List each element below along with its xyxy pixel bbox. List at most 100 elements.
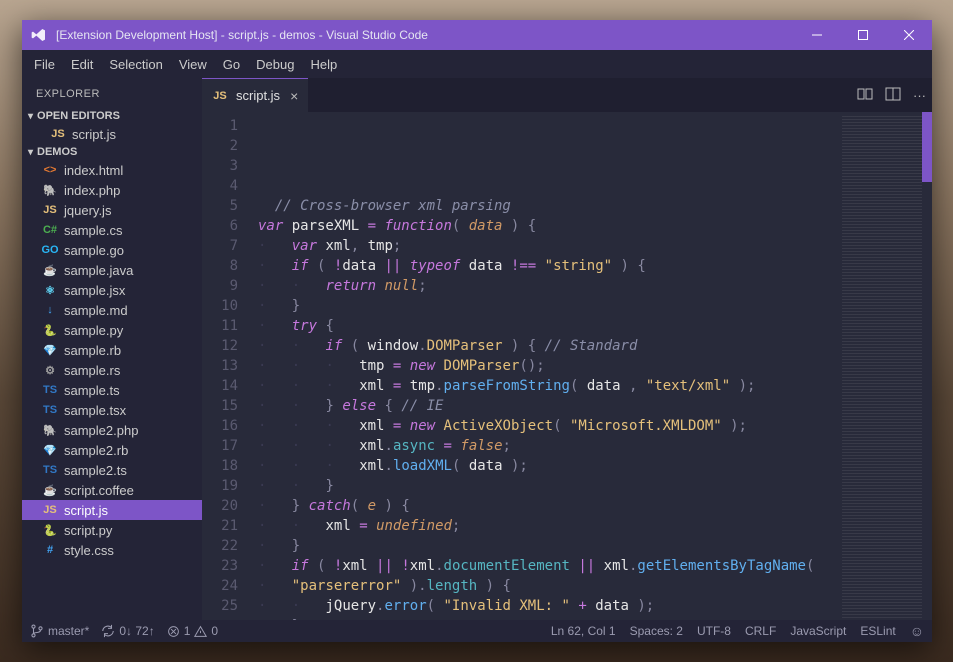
coffee-icon: ☕ [42, 482, 58, 498]
py-icon: 🐍 [42, 322, 58, 338]
sync-status[interactable]: 0↓ 72↑ [101, 624, 154, 638]
window-controls [794, 20, 932, 50]
menu-help[interactable]: Help [302, 50, 345, 78]
language-mode[interactable]: JavaScript [790, 624, 846, 638]
ts-icon: TS [42, 402, 58, 418]
titlebar[interactable]: [Extension Development Host] - script.js… [22, 20, 932, 50]
menu-debug[interactable]: Debug [248, 50, 302, 78]
file-label: sample.go [64, 243, 124, 258]
file-label: sample.java [64, 263, 133, 278]
php-icon: 🐘 [42, 182, 58, 198]
file-label: sample2.ts [64, 463, 127, 478]
file-item[interactable]: TSsample.tsx [22, 400, 202, 420]
file-item[interactable]: 🐘 index.php [22, 180, 202, 200]
close-button[interactable] [886, 20, 932, 50]
code-editor[interactable]: 1234567891011121314151617181920212223242… [202, 112, 932, 620]
file-item[interactable]: 🐍script.py [22, 520, 202, 540]
close-icon[interactable]: × [290, 88, 298, 104]
file-list: <>index.html 🐘 index.php JSjquery.js C# sampl… [22, 160, 202, 620]
md-icon: ↓ [42, 302, 58, 318]
file-item[interactable]: TS sample2.ts [22, 460, 202, 480]
java-icon: ☕ [42, 262, 58, 278]
tab-label: script.js [236, 88, 280, 103]
menu-go[interactable]: Go [215, 50, 248, 78]
file-item[interactable]: ☕ script.coffee [22, 480, 202, 500]
file-label: sample.ts [64, 383, 120, 398]
window-title: [Extension Development Host] - script.js… [56, 28, 794, 42]
folder-header[interactable]: ▾ DEMOS [22, 144, 202, 160]
open-editors-list: JS script.js [22, 124, 202, 144]
file-label: script.py [64, 523, 112, 538]
eol[interactable]: CRLF [745, 624, 776, 638]
go-icon: GO [42, 242, 58, 258]
file-label: script.coffee [64, 483, 134, 498]
file-item[interactable]: <>index.html [22, 160, 202, 180]
cs-icon: C# [42, 222, 58, 238]
file-item[interactable]: GO sample.go [22, 240, 202, 260]
ts-icon: TS [42, 462, 58, 478]
editor-area: JS script.js × ··· 123456789101112131415… [202, 78, 932, 620]
sidebar-title: EXPLORER [22, 78, 202, 108]
file-item[interactable]: 💎sample2.rb [22, 440, 202, 460]
maximize-button[interactable] [840, 20, 886, 50]
file-item[interactable]: JS script.js [22, 124, 202, 144]
problems[interactable]: 1 0 [167, 624, 218, 638]
linter[interactable]: ESLint [860, 624, 895, 638]
cursor-position[interactable]: Ln 62, Col 1 [551, 624, 616, 638]
rs-icon: ⚙ [42, 362, 58, 378]
minimize-button[interactable] [794, 20, 840, 50]
compare-icon[interactable] [857, 86, 873, 105]
file-item[interactable]: ↓sample.md [22, 300, 202, 320]
tabbar-actions: ··· [857, 78, 932, 112]
main-area: EXPLORER ▾ OPEN EDITORS JS script.js ▾ DE… [22, 78, 932, 620]
file-label: sample.rb [64, 343, 121, 358]
explorer-sidebar: EXPLORER ▾ OPEN EDITORS JS script.js ▾ DE… [22, 78, 202, 620]
file-label: index.html [64, 163, 123, 178]
file-item[interactable]: ☕ sample.java [22, 260, 202, 280]
file-label: sample.cs [64, 223, 123, 238]
file-item[interactable]: JSjquery.js [22, 200, 202, 220]
file-label: sample2.rb [64, 443, 128, 458]
file-item[interactable]: 🐍 sample.py [22, 320, 202, 340]
js-icon: JS [50, 126, 66, 142]
indentation[interactable]: Spaces: 2 [630, 624, 683, 638]
chevron-down-icon: ▾ [28, 147, 33, 158]
open-editors-label: OPEN EDITORS [37, 110, 120, 122]
file-item[interactable]: TS sample.ts [22, 380, 202, 400]
chevron-down-icon: ▾ [28, 111, 33, 122]
folder-label: DEMOS [37, 146, 77, 158]
vscode-window: [Extension Development Host] - script.js… [22, 20, 932, 642]
file-item[interactable]: JSscript.js [22, 500, 202, 520]
file-label: index.php [64, 183, 120, 198]
menubar: FileEditSelectionViewGoDebugHelp [22, 50, 932, 78]
jsx-icon: ⚛ [42, 282, 58, 298]
git-branch[interactable]: master* [30, 624, 89, 638]
feedback-icon[interactable]: ☺ [910, 623, 924, 639]
menu-edit[interactable]: Edit [63, 50, 101, 78]
open-editors-header[interactable]: ▾ OPEN EDITORS [22, 108, 202, 124]
file-item[interactable]: ⚙ sample.rs [22, 360, 202, 380]
file-label: sample.rs [64, 363, 120, 378]
encoding[interactable]: UTF-8 [697, 624, 731, 638]
file-label: sample2.php [64, 423, 138, 438]
code-content[interactable]: // Cross-browser xml parsingvar parseXML… [248, 112, 932, 620]
file-label: script.js [72, 127, 116, 142]
split-editor-icon[interactable] [885, 86, 901, 105]
css-icon: # [42, 542, 58, 558]
menu-file[interactable]: File [26, 50, 63, 78]
file-item[interactable]: #style.css [22, 540, 202, 560]
file-label: script.js [64, 503, 108, 518]
ts-icon: TS [42, 382, 58, 398]
file-item[interactable]: C# sample.cs [22, 220, 202, 240]
tabbar: JS script.js × ··· [202, 78, 932, 112]
file-label: sample.py [64, 323, 123, 338]
tab-script-js[interactable]: JS script.js × [202, 78, 308, 112]
menu-view[interactable]: View [171, 50, 215, 78]
file-item[interactable]: 🐘sample2.php [22, 420, 202, 440]
file-item[interactable]: ⚛sample.jsx [22, 280, 202, 300]
more-icon[interactable]: ··· [913, 88, 926, 103]
file-item[interactable]: 💎 sample.rb [22, 340, 202, 360]
rb-icon: 💎 [42, 342, 58, 358]
scrollbar[interactable] [922, 112, 932, 182]
menu-selection[interactable]: Selection [101, 50, 170, 78]
